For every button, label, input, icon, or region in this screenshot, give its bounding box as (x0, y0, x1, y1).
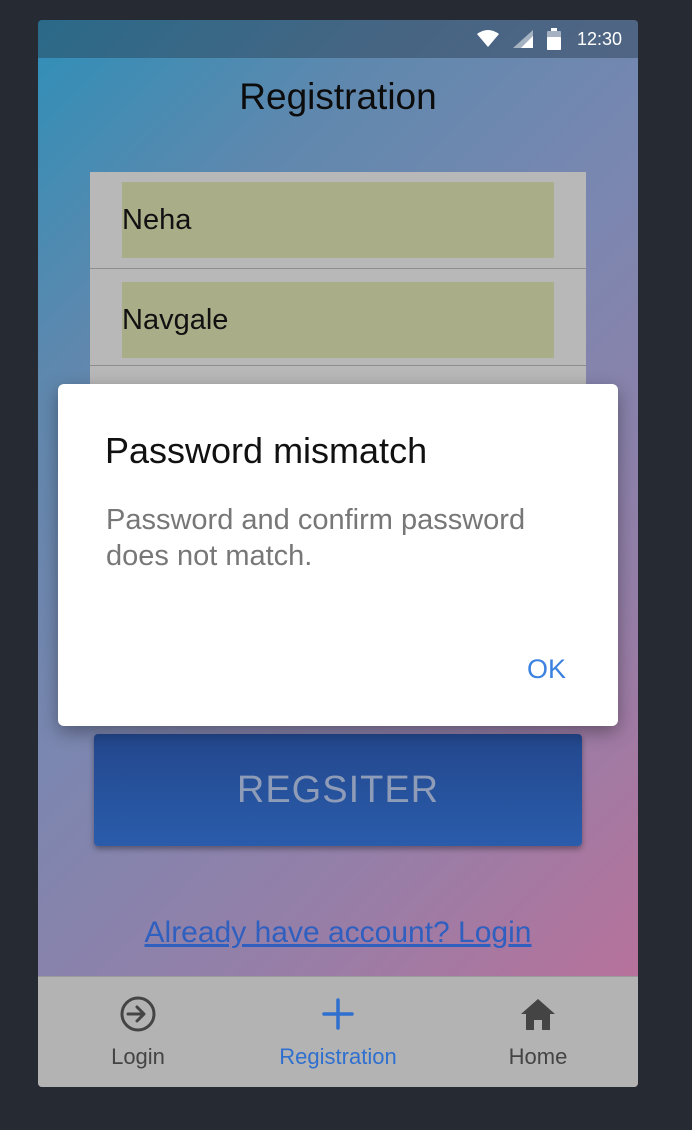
dialog-message: Password and confirm password does not m… (106, 504, 526, 572)
dialog-title: Password mismatch (105, 430, 428, 471)
alert-dialog: Password mismatch Password and confirm p… (58, 384, 618, 726)
dialog-ok-button[interactable]: OK (527, 654, 566, 685)
dialog-overlay: Password mismatch Password and confirm p… (0, 0, 692, 1130)
